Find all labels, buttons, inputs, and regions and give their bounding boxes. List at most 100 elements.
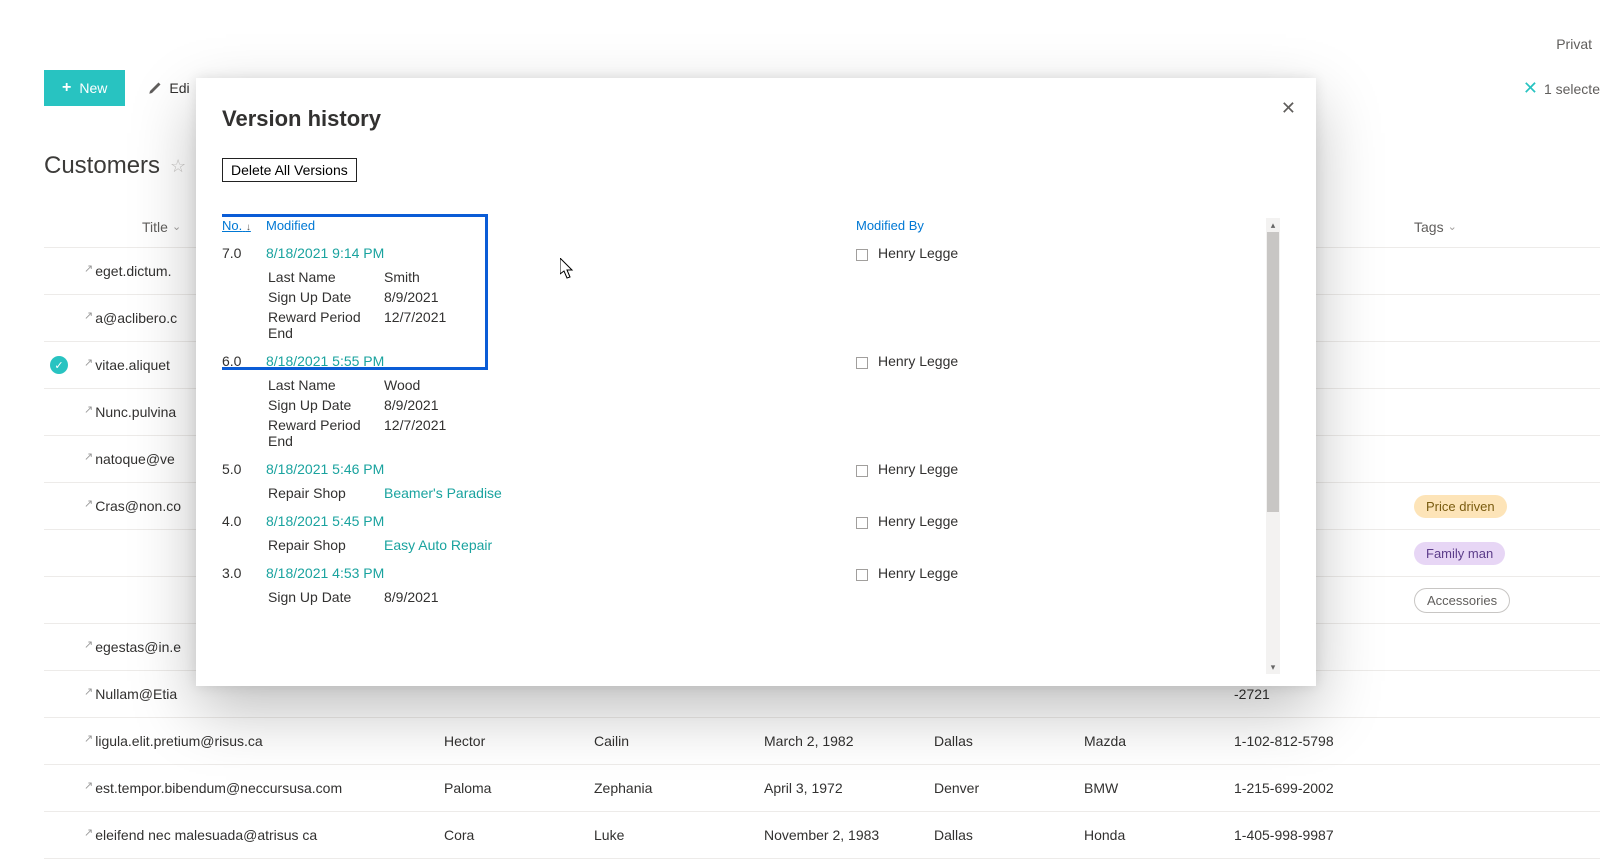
version-change: Repair ShopEasy Auto Repair [268,535,856,555]
cell-phone: -2721 [1234,686,1414,702]
cell-last: Zephania [594,780,764,796]
delete-all-versions-button[interactable]: Delete All Versions [222,158,357,182]
row-title[interactable]: ↗est.tempor.bibendum@neccursusa.com [84,780,444,796]
cell-dob: November 2, 1983 [764,827,934,843]
user-checkbox[interactable] [856,357,868,369]
cell-phone: 1-102-812-5798 [1234,733,1414,749]
header-modified[interactable]: Modified [266,218,856,233]
scrollbar-thumb[interactable] [1267,232,1279,512]
version-row: 5.08/18/2021 5:46 PMRepair ShopBeamer's … [222,455,1280,507]
version-history-dialog: ✕ Version history Delete All Versions No… [196,78,1316,686]
version-modified-by: Henry Legge [856,511,958,529]
favorite-icon[interactable]: ☆ [170,156,186,177]
cell-make: BMW [1084,780,1234,796]
link-icon: ↗ [84,404,93,416]
edit-button[interactable]: Edi [143,74,193,102]
scrollbar[interactable]: ▴ ▾ [1266,218,1280,674]
lookup-link[interactable]: Beamer's Paradise [384,485,856,501]
table-row[interactable]: ↗ligula.elit.pretium@risus.caHectorCaili… [44,718,1600,765]
tag-pill[interactable]: Price driven [1414,495,1507,518]
cell-dob: April 3, 1972 [764,780,934,796]
col-tags[interactable]: Tags⌄ [1414,219,1600,235]
link-icon: ↗ [84,780,93,792]
version-date-link[interactable]: 8/18/2021 5:55 PM [266,351,384,375]
version-history-panel: No. ↓ Modified Modified By 7.08/18/2021 … [222,218,1280,674]
version-table-header: No. ↓ Modified Modified By [222,218,1280,233]
edit-button-label: Edi [169,80,189,96]
command-bar: + New Edi [44,68,194,108]
cell-make: Mazda [1084,733,1234,749]
cell-make: Honda [1084,827,1234,843]
table-row[interactable]: ↗est.tempor.bibendum@neccursusa.comPalom… [44,765,1600,812]
cell-dob: March 2, 1982 [764,733,934,749]
chevron-down-icon: ⌄ [1448,220,1457,233]
version-number: 6.0 [222,351,266,369]
cell-phone: 1-215-699-2002 [1234,780,1414,796]
version-modified-by: Henry Legge [856,243,958,261]
chevron-down-icon: ⌄ [172,220,181,233]
cell-phone: 1-405-998-9987 [1234,827,1414,843]
tag-pill[interactable]: Accessories [1414,588,1510,613]
version-number: 3.0 [222,563,266,581]
version-change: Repair ShopBeamer's Paradise [268,483,856,503]
sort-desc-icon: ↓ [246,222,251,233]
header-no[interactable]: No. ↓ [222,218,266,233]
user-checkbox[interactable] [856,465,868,477]
cell-tags: Price driven [1414,495,1600,518]
new-button-label: New [79,80,107,96]
version-number: 4.0 [222,511,266,529]
version-date-link[interactable]: 8/18/2021 5:45 PM [266,511,384,535]
cell-first: Hector [444,733,594,749]
user-checkbox[interactable] [856,569,868,581]
version-change: Sign Up Date8/9/2021 [268,587,856,607]
version-change: Last NameWood [268,375,856,395]
scroll-up-icon[interactable]: ▴ [1266,218,1280,232]
selection-count[interactable]: ✕ 1 selecte [1523,78,1600,99]
link-icon: ↗ [84,686,93,698]
clear-selection-icon[interactable]: ✕ [1523,78,1538,99]
row-title[interactable]: ↗eleifend nec malesuada@atrisus ca [84,827,444,843]
selection-count-label: 1 selecte [1544,81,1600,97]
link-icon: ↗ [84,357,93,369]
cell-first: Cora [444,827,594,843]
version-change: Sign Up Date8/9/2021 [268,287,856,307]
link-icon: ↗ [84,498,93,510]
lookup-link[interactable]: Easy Auto Repair [384,537,856,553]
version-row: 4.08/18/2021 5:45 PMRepair ShopEasy Auto… [222,507,1280,559]
pencil-icon [147,80,163,96]
user-checkbox[interactable] [856,249,868,261]
list-title: Customers [44,152,160,180]
cell-last: Luke [594,827,764,843]
plus-icon: + [62,79,71,97]
link-icon: ↗ [84,639,93,651]
version-modified-by: Henry Legge [856,563,958,581]
cell-tags: Accessories [1414,588,1600,613]
dialog-title: Version history [222,106,1288,132]
cell-city: Dallas [934,827,1084,843]
scroll-down-icon[interactable]: ▾ [1266,660,1280,674]
link-icon: ↗ [84,733,93,745]
new-button[interactable]: + New [44,70,125,106]
tag-pill[interactable]: Family man [1414,542,1505,565]
selected-check-icon[interactable]: ✓ [50,356,68,374]
version-row: 6.08/18/2021 5:55 PMLast NameWoodSign Up… [222,347,1280,455]
version-modified-by: Henry Legge [856,351,958,369]
link-icon: ↗ [84,827,93,839]
cell-first: Paloma [444,780,594,796]
row-title[interactable]: ↗ligula.elit.pretium@risus.ca [84,733,444,749]
version-date-link[interactable]: 8/18/2021 5:46 PM [266,459,384,483]
cell-last: Cailin [594,733,764,749]
row-title[interactable]: ↗Nullam@Etia [84,686,444,702]
version-date-link[interactable]: 8/18/2021 4:53 PM [266,563,384,587]
version-modified-by: Henry Legge [856,459,958,477]
version-change: Reward Period End12/7/2021 [268,415,856,451]
header-modified-by[interactable]: Modified By [856,218,924,233]
version-date-link[interactable]: 8/18/2021 9:14 PM [266,243,384,267]
version-number: 7.0 [222,243,266,261]
version-change: Last NameSmith [268,267,856,287]
user-checkbox[interactable] [856,517,868,529]
link-icon: ↗ [84,263,93,275]
version-row: 3.08/18/2021 4:53 PMSign Up Date8/9/2021… [222,559,1280,611]
version-number: 5.0 [222,459,266,477]
cell-tags: Family man [1414,542,1600,565]
